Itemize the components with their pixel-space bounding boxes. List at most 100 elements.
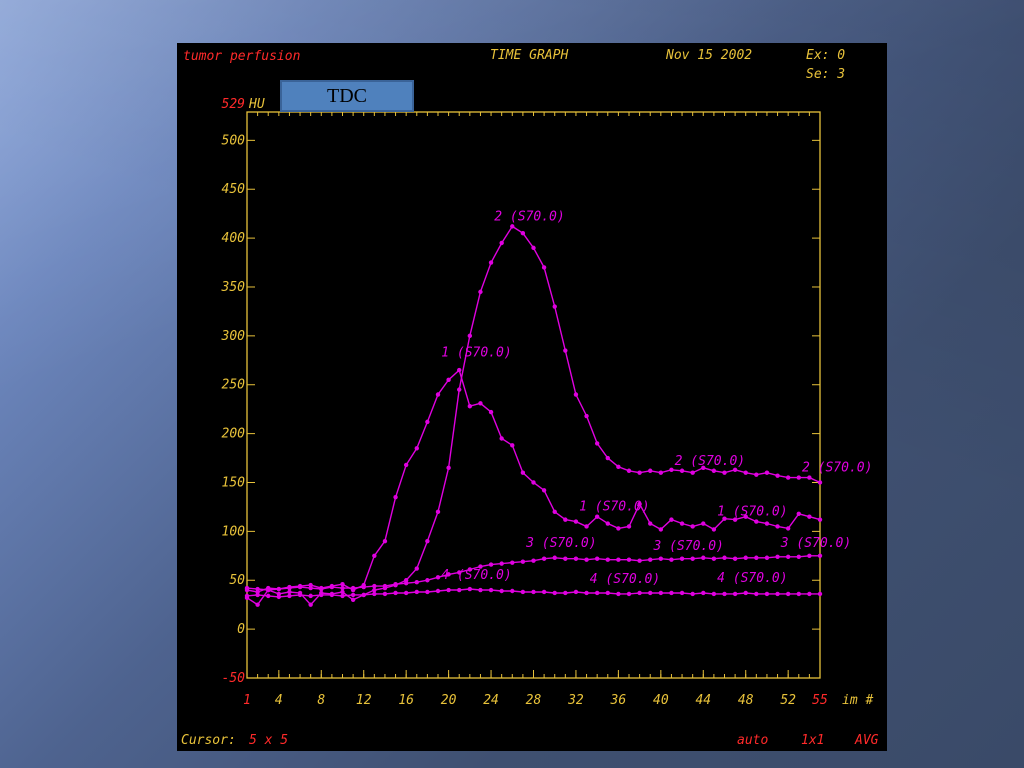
series-3-point bbox=[732, 556, 738, 561]
series-2-point bbox=[807, 475, 812, 480]
series-4-point bbox=[722, 591, 727, 597]
series-3-point bbox=[669, 557, 674, 562]
series-1-point bbox=[658, 527, 664, 532]
series-2-point bbox=[340, 589, 345, 595]
series-3-point bbox=[340, 585, 345, 591]
y-tick-label: 50 bbox=[229, 573, 245, 588]
series-1-point bbox=[679, 521, 685, 526]
series-2-point bbox=[594, 441, 600, 446]
series-3-point bbox=[414, 580, 419, 585]
series-3-point bbox=[584, 557, 589, 562]
series-4-point bbox=[605, 590, 610, 596]
series-3-point bbox=[287, 585, 292, 591]
series-4-point bbox=[690, 591, 695, 597]
series-1-point bbox=[382, 538, 388, 544]
series-3-point bbox=[679, 556, 685, 561]
series-4-point bbox=[350, 592, 356, 598]
series-4-point bbox=[244, 593, 250, 599]
series-3-annotation: 3 (S70.0) bbox=[652, 539, 723, 554]
series-1-point bbox=[817, 517, 823, 522]
series-3-point bbox=[361, 584, 366, 590]
series-3-point bbox=[754, 555, 759, 560]
x-tick-label: 32 bbox=[567, 693, 584, 708]
y-tick-label: 150 bbox=[222, 475, 246, 490]
series-1-point bbox=[690, 524, 695, 529]
series-4-point bbox=[573, 589, 579, 595]
series-1-point bbox=[457, 367, 462, 373]
series-4-point bbox=[785, 591, 791, 597]
series-4-point bbox=[648, 590, 653, 596]
series-3-point bbox=[658, 556, 664, 561]
x-tick-label: 12 bbox=[356, 693, 372, 708]
series-4-point bbox=[510, 588, 515, 594]
series-1-annotation: 1 (S70.0) bbox=[441, 345, 511, 360]
x-tick-label: 52 bbox=[780, 693, 796, 708]
x-tick-label: 40 bbox=[653, 693, 669, 708]
y-tick-label: 300 bbox=[221, 329, 246, 344]
series-2-point bbox=[510, 224, 515, 229]
series-2-point bbox=[616, 464, 621, 470]
series-2-point bbox=[531, 245, 536, 251]
series-4-point bbox=[743, 590, 748, 596]
series-2-point bbox=[255, 602, 260, 607]
series-2-point bbox=[722, 470, 727, 475]
series-4-point bbox=[764, 591, 770, 597]
series-2-point bbox=[457, 387, 462, 392]
series-2-point bbox=[435, 509, 441, 515]
x-tick-label: 8 bbox=[317, 693, 325, 708]
series-4-point bbox=[775, 591, 780, 597]
series-2-point bbox=[467, 333, 473, 339]
series-1-point bbox=[626, 524, 632, 529]
series-4-point bbox=[297, 592, 303, 598]
y-tick-label: 400 bbox=[222, 231, 246, 246]
series-4-point bbox=[382, 591, 388, 597]
series-2-annotation: 2 (S70.0) bbox=[802, 461, 872, 476]
series-2-point bbox=[541, 265, 547, 270]
series-4-point bbox=[679, 590, 685, 596]
series-1-point bbox=[499, 436, 504, 441]
series-3-point bbox=[541, 556, 547, 561]
series-3-point bbox=[255, 586, 260, 592]
series-2-point bbox=[605, 455, 610, 461]
series-4-point bbox=[563, 590, 568, 596]
y-tick-label: 350 bbox=[221, 280, 246, 295]
series-3-point bbox=[510, 560, 515, 565]
series-1-point bbox=[711, 527, 717, 532]
series-1-point bbox=[372, 553, 377, 559]
series-4-point bbox=[584, 590, 589, 596]
series-3-point bbox=[594, 556, 600, 561]
series-3-point bbox=[552, 555, 557, 560]
series-1-point bbox=[616, 526, 621, 531]
series-4-point bbox=[478, 587, 483, 593]
series-4-point bbox=[287, 593, 292, 599]
series-1-point bbox=[488, 409, 494, 415]
series-2-point bbox=[785, 475, 791, 480]
series-4-point bbox=[425, 589, 430, 595]
series-3-point bbox=[743, 555, 748, 560]
series-4-point bbox=[266, 593, 271, 599]
series-4-point bbox=[499, 588, 504, 594]
series-3-point bbox=[605, 557, 610, 562]
y-tick-label: 200 bbox=[222, 427, 246, 442]
series-1-point bbox=[446, 377, 451, 383]
series-4-point bbox=[457, 587, 462, 593]
series-3-point bbox=[690, 556, 695, 561]
series-1-point bbox=[340, 581, 345, 587]
series-4-point bbox=[340, 593, 345, 599]
x-tick-label: 36 bbox=[610, 693, 627, 708]
series-4-point bbox=[732, 591, 738, 597]
series-3-point bbox=[266, 587, 271, 593]
series-4-point bbox=[754, 591, 759, 597]
series-2-point bbox=[764, 470, 770, 475]
y-tick-label: 450 bbox=[222, 182, 246, 197]
series-4-point bbox=[435, 588, 441, 594]
series-4-point bbox=[255, 592, 260, 598]
series-4-point bbox=[594, 590, 600, 596]
series-2-point bbox=[626, 468, 632, 473]
series-1-annotation: 1 (S70.0) bbox=[579, 500, 649, 515]
series-4-annotation: 4 (S70.0) bbox=[590, 572, 660, 587]
x-tick-label: 4 bbox=[275, 693, 283, 708]
series-3-point bbox=[531, 558, 536, 563]
series-3-point bbox=[817, 553, 823, 559]
series-1-point bbox=[669, 517, 674, 522]
